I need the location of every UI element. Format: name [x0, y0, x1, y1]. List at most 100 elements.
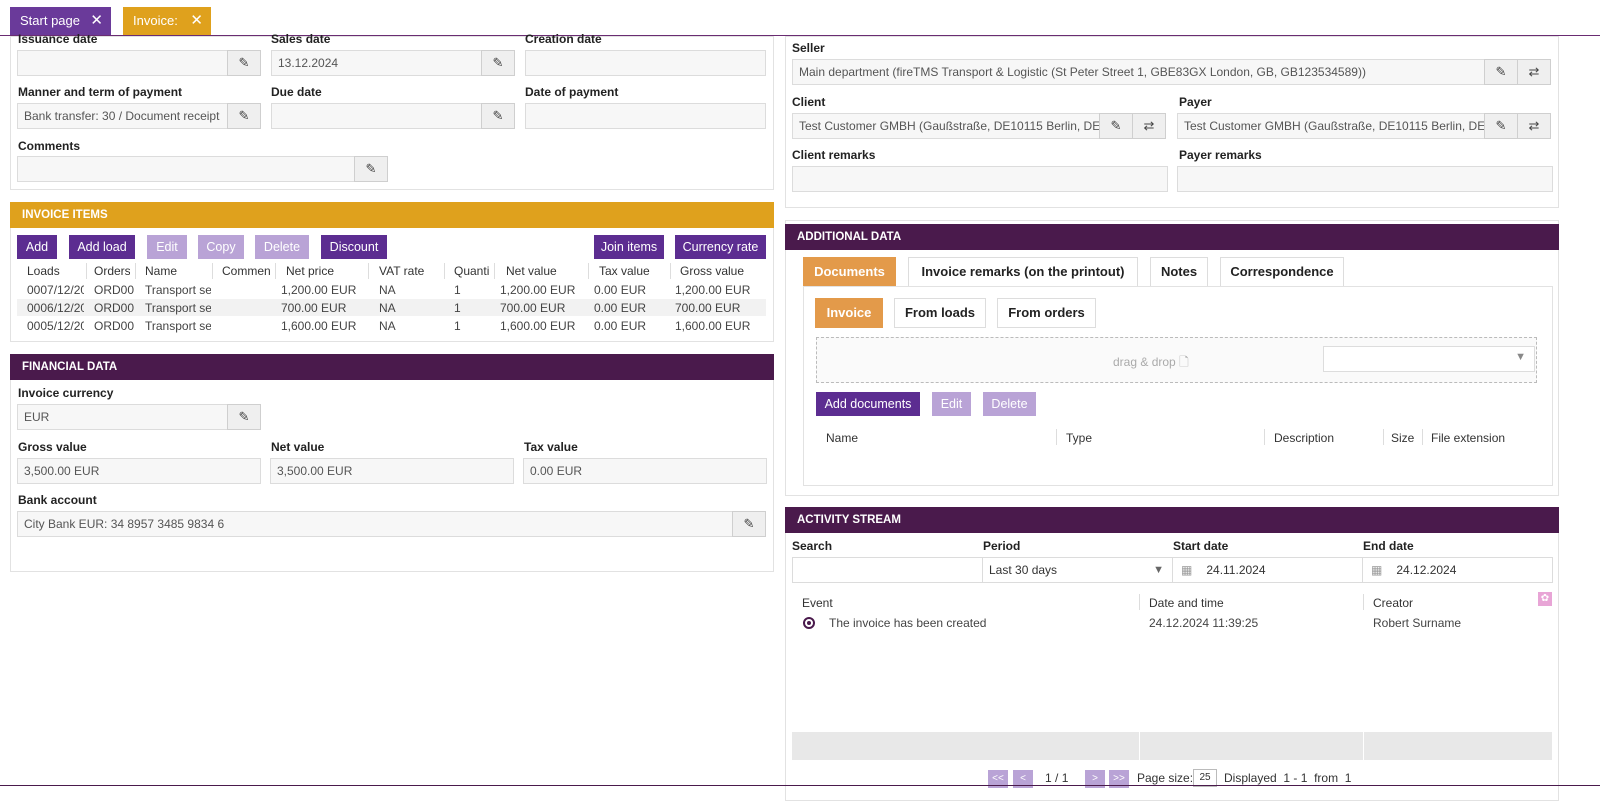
calendar-icon: ▦ — [1371, 563, 1383, 577]
edit-icon[interactable]: ✎ — [481, 103, 515, 129]
tab-invoice[interactable]: Invoice: ✕ — [123, 7, 211, 35]
due-date-field[interactable] — [271, 103, 482, 129]
tab-invoice-remarks[interactable]: Invoice remarks (on the printout) — [908, 257, 1138, 287]
tab-label: Start page — [20, 13, 80, 28]
tab-documents[interactable]: Documents — [803, 257, 896, 287]
tab-notes[interactable]: Notes — [1150, 257, 1208, 287]
col-name[interactable]: Name — [826, 431, 858, 445]
chevron-down-icon: ▼ — [1153, 564, 1164, 576]
document-type-select[interactable]: ▼ — [1323, 346, 1535, 372]
col-tax-value[interactable]: Tax value — [599, 264, 669, 278]
total-pages: 1 — [1061, 771, 1069, 785]
col-event[interactable]: Event — [802, 596, 833, 610]
edit-icon[interactable]: ✎ — [732, 511, 766, 537]
subtab-from-orders[interactable]: From orders — [997, 298, 1096, 328]
swap-icon[interactable]: ⇄ — [1517, 113, 1551, 139]
column-divider — [1139, 594, 1140, 610]
delete-button[interactable]: Delete — [983, 392, 1036, 416]
edit-button[interactable]: Edit — [932, 392, 971, 416]
currency-rate-button[interactable]: Currency rate — [675, 235, 766, 259]
period-select[interactable]: Last 30 days ▼ — [982, 557, 1173, 583]
bank-account-label: Bank account — [18, 493, 97, 507]
sales-date-field[interactable]: 13.12.2024 — [271, 50, 482, 76]
cell: Transport service — [145, 283, 211, 297]
search-input[interactable] — [792, 557, 983, 583]
col-file-extension[interactable]: File extension — [1431, 431, 1505, 445]
invoice-currency-label: Invoice currency — [18, 386, 114, 400]
col-name[interactable]: Name — [145, 264, 210, 278]
due-date-label: Due date — [271, 85, 322, 99]
add-button[interactable]: Add — [17, 235, 57, 259]
issuance-date-field[interactable] — [17, 50, 228, 76]
edit-icon[interactable]: ✎ — [227, 103, 261, 129]
edit-icon[interactable]: ✎ — [227, 404, 261, 430]
cell: 0006/12/2024 — [27, 301, 84, 315]
col-date-time[interactable]: Date and time — [1149, 596, 1224, 610]
swap-icon[interactable]: ⇄ — [1517, 59, 1551, 85]
cell: 1,200.00 EUR — [281, 283, 357, 297]
col-size[interactable]: Size — [1391, 431, 1414, 445]
period-value: Last 30 days — [989, 563, 1058, 577]
payment-manner-field[interactable]: Bank transfer: 30 / Document receipt — [17, 103, 228, 129]
total-count: 1 — [1344, 771, 1352, 785]
comments-field[interactable] — [17, 156, 355, 182]
payer-remarks-field[interactable] — [1177, 166, 1553, 192]
client-remarks-field[interactable] — [792, 166, 1168, 192]
col-net-price[interactable]: Net price — [286, 264, 364, 278]
col-orders[interactable]: Orders — [94, 264, 130, 278]
col-vat-rate[interactable]: VAT rate — [379, 264, 439, 278]
client-field[interactable]: Test Customer GMBH (Gaußstraße, DE10115 … — [792, 113, 1100, 139]
cell: 0.00 EUR — [594, 301, 647, 315]
copy-button[interactable]: Copy — [198, 235, 244, 259]
close-icon[interactable]: ✕ — [90, 7, 103, 35]
date-of-payment-field[interactable] — [525, 103, 766, 129]
payer-field[interactable]: Test Customer GMBH (Gaußstraße, DE10115 … — [1177, 113, 1485, 139]
end-date-field[interactable]: ▦ 24.12.2024 — [1362, 557, 1553, 583]
edit-button[interactable]: Edit — [147, 235, 187, 259]
discount-button[interactable]: Discount — [321, 235, 387, 259]
gross-value-field[interactable]: 3,500.00 EUR — [17, 458, 261, 484]
edit-icon[interactable]: ✎ — [227, 50, 261, 76]
radio-icon[interactable] — [803, 617, 815, 629]
close-icon[interactable]: ✕ — [190, 7, 203, 35]
page-sep: / — [1055, 771, 1059, 785]
col-quantity[interactable]: Quantity — [454, 264, 489, 278]
net-value-field[interactable]: 3,500.00 EUR — [270, 458, 514, 484]
invoice-currency-field[interactable]: EUR — [17, 404, 228, 430]
edit-icon[interactable]: ✎ — [1484, 59, 1518, 85]
seller-field[interactable]: Main department (fireTMS Transport & Log… — [792, 59, 1485, 85]
end-date-value: 24.12.2024 — [1396, 563, 1457, 577]
edit-icon[interactable]: ✎ — [481, 50, 515, 76]
edit-icon[interactable]: ✎ — [1099, 113, 1133, 139]
cell: 1,200.00 EUR — [675, 283, 751, 297]
column-divider — [1264, 429, 1265, 445]
col-comments[interactable]: Comments — [222, 264, 270, 278]
page-indicator: 1 / 1 — [1045, 771, 1068, 785]
tab-correspondence[interactable]: Correspondence — [1220, 257, 1344, 287]
subtab-invoice[interactable]: Invoice — [815, 298, 883, 328]
swap-icon[interactable]: ⇄ — [1132, 113, 1166, 139]
add-load-button[interactable]: Add load — [69, 235, 135, 259]
edit-icon[interactable]: ✎ — [354, 156, 388, 182]
col-type[interactable]: Type — [1066, 431, 1092, 445]
col-net-value[interactable]: Net value — [506, 264, 584, 278]
client-label: Client — [792, 95, 826, 109]
add-documents-button[interactable]: Add documents — [816, 392, 920, 416]
col-loads[interactable]: Loads — [27, 264, 82, 278]
edit-icon[interactable]: ✎ — [1484, 113, 1518, 139]
tax-value-field[interactable]: 0.00 EUR — [523, 458, 767, 484]
delete-button[interactable]: Delete — [255, 235, 309, 259]
col-description[interactable]: Description — [1274, 431, 1334, 445]
join-items-button[interactable]: Join items — [594, 235, 664, 259]
col-creator[interactable]: Creator — [1373, 596, 1413, 610]
payer-remarks-label: Payer remarks — [1179, 148, 1262, 162]
cell: Transport service — [145, 301, 211, 315]
col-gross-value[interactable]: Gross value — [680, 264, 760, 278]
column-divider — [368, 263, 369, 279]
creation-date-field[interactable] — [525, 50, 766, 76]
bank-account-field[interactable]: City Bank EUR: 34 8957 3485 9834 6 — [17, 511, 733, 537]
subtab-from-loads[interactable]: From loads — [894, 298, 986, 328]
settings-icon[interactable]: ✿ — [1538, 592, 1552, 606]
start-date-field[interactable]: ▦ 24.11.2024 — [1172, 557, 1363, 583]
tab-start-page[interactable]: Start page ✕ — [10, 7, 111, 35]
